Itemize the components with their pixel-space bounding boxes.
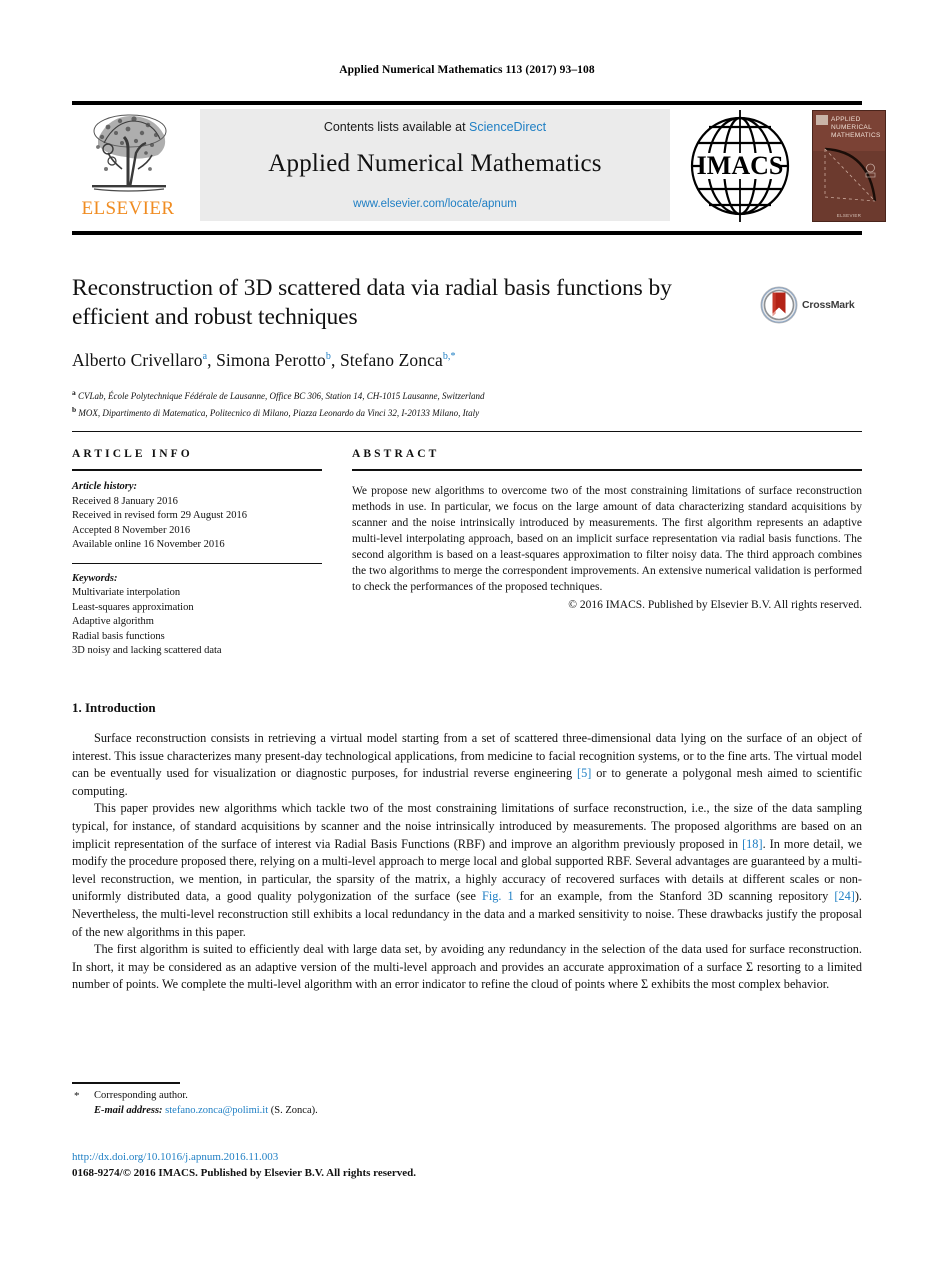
keyword-2: Adaptive algorithm xyxy=(72,616,154,627)
article-info-underline xyxy=(72,469,322,471)
affiliation-b: b MOX, Dipartimento di Matematica, Polit… xyxy=(72,403,772,420)
citation-link[interactable]: Fig. 1 xyxy=(482,889,514,903)
author-affil-mark: b,* xyxy=(442,351,456,363)
paragraph: Surface reconstruction consists in retri… xyxy=(72,731,862,798)
affiliation-mark: b xyxy=(72,405,77,414)
journal-homepage-link[interactable]: www.elsevier.com/locate/apnum xyxy=(353,198,517,210)
keyword-0: Multivariate interpolation xyxy=(72,587,181,598)
section-heading-introduction: 1. Introduction xyxy=(72,700,156,715)
abstract-text: We propose new algorithms to overcome tw… xyxy=(352,485,862,593)
abstract-underline xyxy=(352,469,862,471)
abstract-copyright: © 2016 IMACS. Published by Elsevier B.V.… xyxy=(568,599,862,611)
cover-footer: ELSEVIER xyxy=(836,213,862,218)
email-label: E-mail address: xyxy=(94,1105,163,1116)
citation-link[interactable]: [24] xyxy=(834,889,855,903)
author-name: Stefano Zonca xyxy=(339,350,443,370)
footnote-block: * Corresponding author. E-mail address: … xyxy=(72,1088,632,1118)
affiliation-a: a CVLab, École Polytechnique Fédérale de… xyxy=(72,386,772,403)
crossmark-label: CrossMark xyxy=(802,299,855,311)
paper-page: Applied Numerical Mathematics 113 (2017)… xyxy=(0,0,935,1266)
citation-link[interactable]: [5] xyxy=(577,766,591,780)
cover-title-line1: APPLIED xyxy=(831,116,861,123)
journal-cover-thumbnail: APPLIED NUMERICAL MATHEMATICS ELSEVIER xyxy=(812,110,886,222)
elsevier-tree-icon xyxy=(92,114,167,192)
affiliation-text: CVLab, École Polytechnique Fédérale de L… xyxy=(78,391,485,401)
contents-band: Contents lists available at ScienceDirec… xyxy=(200,109,670,221)
author-1: Simona Perottob, xyxy=(216,350,340,370)
keywords-label: Keywords: xyxy=(72,572,118,584)
author-email-link[interactable]: stefano.zonca@polimi.it xyxy=(165,1105,268,1116)
body-content: 1. Introduction Surface reconstruction c… xyxy=(72,700,862,994)
corresponding-author-note: Corresponding author. xyxy=(94,1090,188,1101)
article-info-column: ARTICLE INFO Article history: Received 8… xyxy=(72,448,322,659)
paragraph: This paper provides new algorithms which… xyxy=(72,801,862,939)
journal-title: Applied Numerical Mathematics xyxy=(268,150,602,177)
crossmark-badge[interactable]: CrossMark xyxy=(760,286,860,326)
footnote-rule xyxy=(72,1082,180,1084)
author-2: Stefano Zoncab,* xyxy=(340,350,456,370)
crossmark-icon xyxy=(760,286,798,324)
masthead-rule-bottom xyxy=(72,231,862,235)
imacs-globe-icon: IMACS xyxy=(690,110,790,222)
abstract-column: ABSTRACT We propose new algorithms to ov… xyxy=(352,448,862,613)
affiliation-mark: a xyxy=(72,388,76,397)
history-item-0: Received 8 January 2016 xyxy=(72,495,178,507)
cover-seal-icon xyxy=(865,163,876,178)
author-list: Alberto Crivellaroa, Simona Perottob, St… xyxy=(72,350,732,371)
history-item-2: Accepted 8 November 2016 xyxy=(72,524,191,536)
journal-masthead: ELSEVIER Contents lists available at Sci… xyxy=(72,107,886,225)
affiliation-list: a CVLab, École Polytechnique Fédérale de… xyxy=(72,386,772,420)
cover-title-line2: NUMERICAL xyxy=(831,124,872,131)
sciencedirect-link[interactable]: ScienceDirect xyxy=(469,120,546,134)
email-owner: (S. Zonca). xyxy=(270,1105,318,1116)
keywords-block: Keywords: Multivariate interpolation Lea… xyxy=(72,572,322,659)
masthead-rule-top xyxy=(72,101,862,105)
paragraph: The first algorithm is suited to efficie… xyxy=(72,942,862,992)
running-head: Applied Numerical Mathematics 113 (2017)… xyxy=(339,64,595,76)
contents-available-line: Contents lists available at ScienceDirec… xyxy=(200,120,670,134)
info-abstract-top-rule xyxy=(72,431,862,432)
keywords-divider xyxy=(72,562,322,564)
author-sep: , xyxy=(207,350,217,370)
cover-title-line3: MATHEMATICS xyxy=(831,132,881,139)
abstract-heading: ABSTRACT xyxy=(352,448,440,460)
history-item-1: Received in revised form 29 August 2016 xyxy=(72,510,247,521)
doi-link[interactable]: http://dx.doi.org/10.1016/j.apnum.2016.1… xyxy=(72,1150,672,1166)
corresponding-author-asterisk: * xyxy=(74,1090,80,1102)
author-sep: , xyxy=(331,350,340,370)
keyword-4: 3D noisy and lacking scattered data xyxy=(72,645,222,656)
svg-text:IMACS: IMACS xyxy=(697,151,784,180)
page-title: Reconstruction of 3D scattered data via … xyxy=(72,275,672,330)
issn-copyright-line: 0168-9274/© 2016 IMACS. Published by Els… xyxy=(72,1166,417,1179)
elsevier-wordmark: ELSEVIER xyxy=(81,198,175,219)
article-history-label: Article history: xyxy=(72,481,138,492)
affiliation-text: MOX, Dipartimento di Matematica, Politec… xyxy=(78,408,480,418)
article-history: Article history: Received 8 January 2016… xyxy=(72,480,322,553)
cover-publisher-mark xyxy=(816,115,828,125)
colophon: http://dx.doi.org/10.1016/j.apnum.2016.1… xyxy=(72,1150,672,1181)
author-name: Simona Perotto xyxy=(216,350,326,370)
author-name: Alberto Crivellaro xyxy=(72,350,203,370)
citation-link[interactable]: [18] xyxy=(742,837,763,851)
article-info-heading: ARTICLE INFO xyxy=(72,448,193,460)
author-0: Alberto Crivellaroa, xyxy=(72,350,216,370)
elsevier-logo: ELSEVIER xyxy=(72,107,184,225)
history-item-3: Available online 16 November 2016 xyxy=(72,539,225,550)
title-block: Reconstruction of 3D scattered data via … xyxy=(72,274,732,371)
contents-prefix: Contents lists available at xyxy=(323,120,470,134)
keyword-3: Radial basis functions xyxy=(72,630,165,642)
imacs-logo: IMACS xyxy=(684,107,796,225)
email-line: E-mail address: stefano.zonca@polimi.it … xyxy=(94,1103,632,1118)
cover-title: APPLIED NUMERICAL MATHEMATICS xyxy=(831,116,883,140)
keyword-1: Least-squares approximation xyxy=(72,601,194,613)
